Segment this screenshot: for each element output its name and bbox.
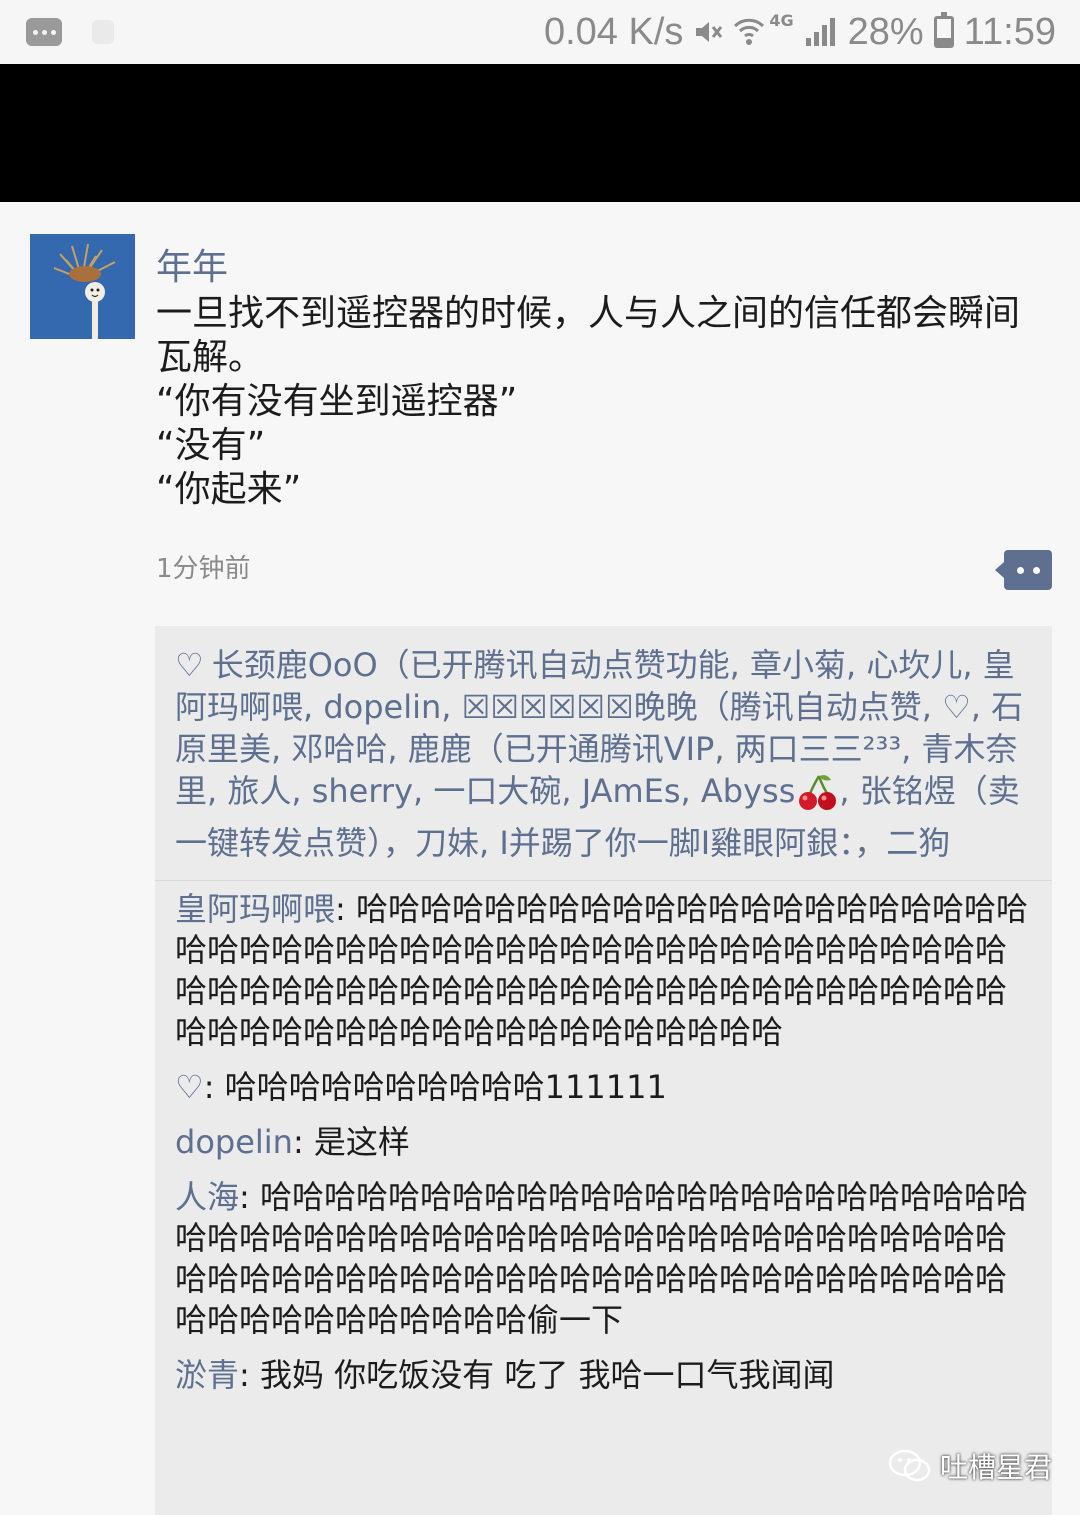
battery-percent: 28% <box>847 10 924 53</box>
notification-icon <box>92 20 114 44</box>
comment-item[interactable]: 人海: 哈哈哈哈哈哈哈哈哈哈哈哈哈哈哈哈哈哈哈哈哈哈哈哈哈哈哈哈哈哈哈哈哈哈哈哈… <box>175 1177 1034 1341</box>
interaction-box: ♡ 长颈鹿OoO（已开腾讯自动点赞功能, 章小菊, 心坎儿, 皇阿玛啊喂, dop… <box>155 626 1052 1515</box>
clock: 11:59 <box>963 10 1056 53</box>
comment-item[interactable]: dopelin: 是这样 <box>175 1122 1034 1163</box>
battery-icon <box>933 12 954 48</box>
more-icon <box>26 18 62 46</box>
watermark: 吐槽星君 <box>888 1446 1052 1486</box>
comment-item[interactable]: 皇阿玛啊喂: 哈哈哈哈哈哈哈哈哈哈哈哈哈哈哈哈哈哈哈哈哈哈哈哈哈哈哈哈哈哈哈哈哈… <box>175 889 1034 1053</box>
status-bar: 0.04 K/s 4G 28% 11:59 <box>0 0 1080 64</box>
heart-icon: ♡ <box>175 646 204 684</box>
comment-item[interactable]: ♡: 哈哈哈哈哈哈哈哈哈哈111111 <box>175 1067 1034 1108</box>
comment-author[interactable]: 人海 <box>175 1178 239 1216</box>
comment-text: : 哈哈哈哈哈哈哈哈哈哈哈哈哈哈哈哈哈哈哈哈哈哈哈哈哈哈哈哈哈哈哈哈哈哈哈哈哈哈… <box>175 1178 1028 1339</box>
comment-author[interactable]: 淤青 <box>175 1356 239 1394</box>
signal-icon <box>805 18 835 46</box>
post-time: 1分钟前 <box>156 554 251 584</box>
likes-list: ♡ 长颈鹿OoO（已开腾讯自动点赞功能, 章小菊, 心坎儿, 皇阿玛啊喂, dop… <box>155 626 1052 881</box>
avatar[interactable] <box>30 234 135 339</box>
network-type: 4G <box>769 10 794 30</box>
comment-button[interactable] <box>995 550 1052 590</box>
comment-author[interactable]: ♡ <box>175 1068 204 1106</box>
comment-text: : 我妈 你吃饭没有 吃了 我哈一口气我闻闻 <box>239 1356 835 1394</box>
wechat-icon <box>888 1449 931 1482</box>
watermark-text: 吐槽星君 <box>940 1451 1053 1484</box>
comment-text: : 哈哈哈哈哈哈哈哈哈哈111111 <box>203 1068 667 1106</box>
comment-text: : 是这样 <box>292 1123 410 1161</box>
comment-author[interactable]: 皇阿玛啊喂 <box>175 890 335 928</box>
mute-icon <box>696 22 723 42</box>
comment-author[interactable]: dopelin <box>175 1123 293 1161</box>
redacted-header <box>0 64 1080 202</box>
net-speed: 0.04 K/s <box>543 10 684 53</box>
author-name[interactable]: 年年 <box>156 238 228 290</box>
cherry-emoji-icon <box>797 772 837 822</box>
comment-icon <box>995 550 1052 590</box>
wifi-icon <box>734 18 765 45</box>
comments-list: 皇阿玛啊喂 : 哈哈哈哈哈哈哈哈哈哈哈哈哈哈哈哈哈哈哈哈哈哈哈哈哈哈哈哈哈哈哈哈哈… <box>155 881 1052 1396</box>
comment-item[interactable]: 淤青: 我妈 你吃饭没有 吃了 我哈一口气我闻闻 <box>175 1355 1034 1396</box>
post-text: 一旦找不到遥控器的时候，人与人之间的信任都会瞬间瓦解。 “你有没有坐到遥控器” … <box>156 293 1021 510</box>
